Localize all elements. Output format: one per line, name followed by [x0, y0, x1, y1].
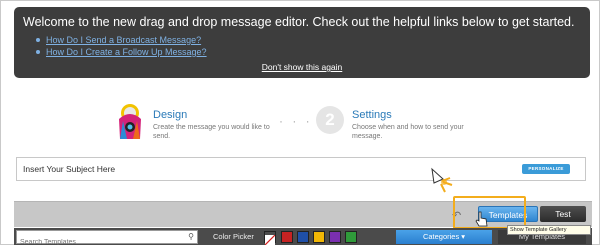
search-icon[interactable]: ⚲ — [188, 232, 194, 241]
settings-step-number: 2 — [316, 106, 344, 134]
welcome-banner: Welcome to the new drag and drop message… — [14, 7, 590, 78]
help-link-item: How Do I Create a Follow Up Message? — [36, 46, 207, 58]
template-gallery-bar: ⚲ Color Picker Categories ▾ My Templates — [14, 228, 592, 245]
template-search-input[interactable] — [17, 236, 177, 245]
settings-step-description: Choose when and how to send your message… — [352, 124, 464, 140]
hand-cursor-icon — [475, 211, 488, 227]
bullet-icon — [36, 38, 40, 42]
color-swatch-blue[interactable] — [297, 231, 309, 243]
design-logo-icon — [119, 104, 141, 139]
template-search: ⚲ — [16, 230, 198, 245]
design-step-title[interactable]: Design — [153, 109, 187, 121]
no-color-icon — [264, 234, 276, 245]
color-swatch-yellow[interactable] — [313, 231, 325, 243]
templates-tooltip: Show Template Gallery — [507, 225, 591, 235]
step-separator: · · · — [279, 114, 313, 128]
follow-up-help-link[interactable]: How Do I Create a Follow Up Message? — [46, 47, 207, 57]
personalize-button[interactable]: PERSONALIZE — [522, 164, 570, 174]
arrow-cursor-icon — [431, 167, 453, 193]
broadcast-help-link[interactable]: How Do I Send a Broadcast Message? — [46, 35, 201, 45]
design-step-description: Create the message you would like to sen… — [153, 124, 270, 140]
test-button[interactable]: Test — [540, 206, 586, 222]
help-links: How Do I Send a Broadcast Message? How D… — [36, 34, 207, 58]
message-editor-window: Welcome to the new drag and drop message… — [0, 0, 600, 245]
subject-input[interactable] — [18, 159, 498, 179]
color-swatch-none[interactable] — [264, 231, 276, 245]
subject-bar: PERSONALIZE — [16, 157, 586, 181]
settings-step-title[interactable]: Settings — [352, 109, 392, 121]
help-link-item: How Do I Send a Broadcast Message? — [36, 34, 207, 46]
categories-dropdown[interactable]: Categories ▾ — [396, 230, 492, 244]
color-picker-label: Color Picker — [213, 232, 254, 241]
bullet-icon — [36, 50, 40, 54]
editor-steps: Design Create the message you would like… — [101, 96, 481, 146]
color-swatch-red[interactable] — [281, 231, 293, 243]
color-swatch-purple[interactable] — [329, 231, 341, 243]
welcome-title: Welcome to the new drag and drop message… — [23, 15, 575, 29]
dismiss-banner-link[interactable]: Don't show this again — [14, 62, 590, 72]
color-swatch-green[interactable] — [345, 231, 357, 243]
